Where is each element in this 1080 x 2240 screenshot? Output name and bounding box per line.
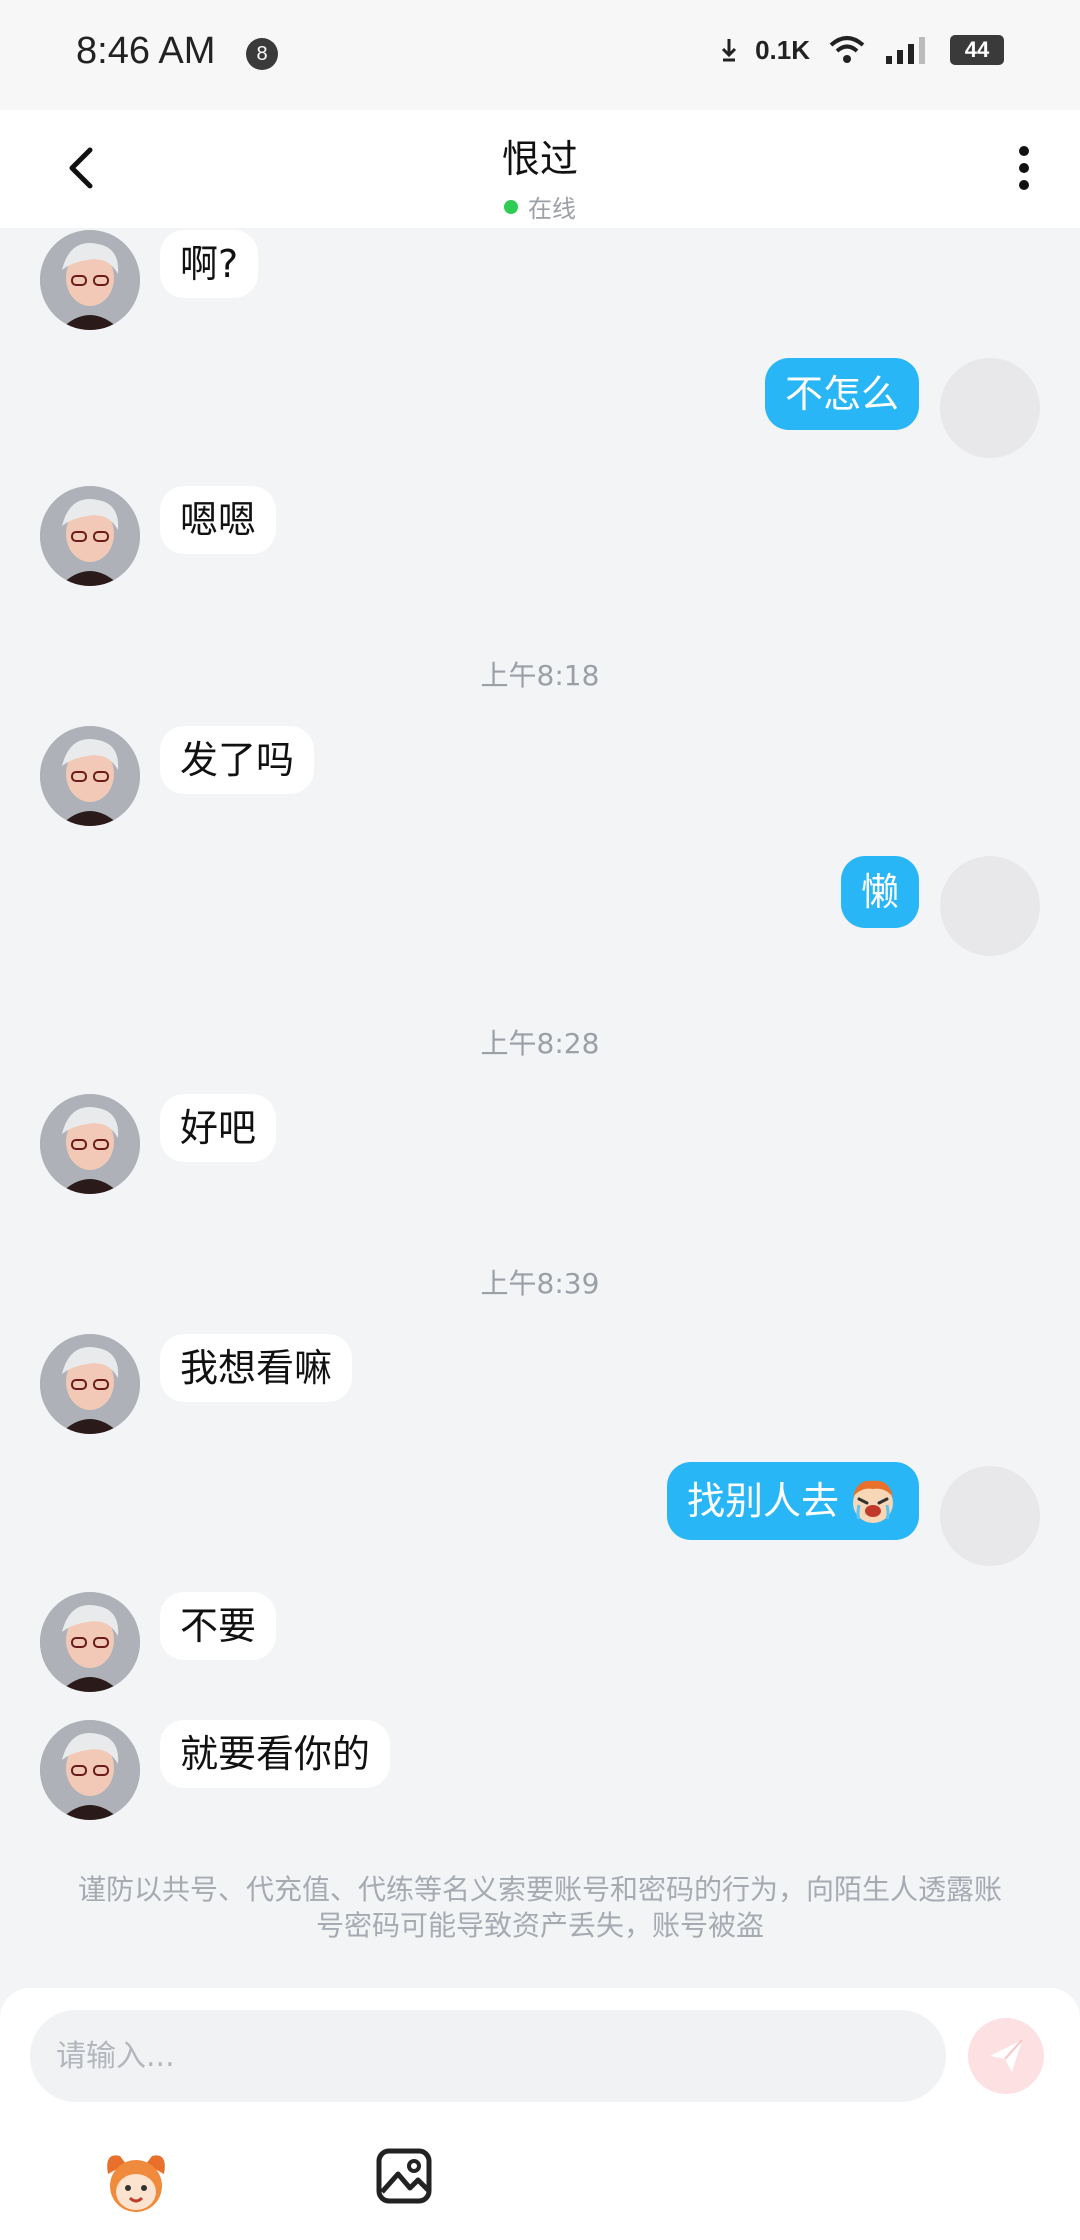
image-icon <box>376 2148 432 2204</box>
incoming-message-bubble[interactable]: 啊? <box>160 230 259 298</box>
send-button[interactable] <box>968 2018 1044 2094</box>
online-dot-icon <box>504 199 518 214</box>
avatar-image <box>40 486 140 586</box>
send-icon <box>990 2039 1023 2072</box>
avatar-image <box>40 1094 140 1194</box>
outgoing-message-bubble[interactable]: 找别人去 <box>666 1462 919 1540</box>
incoming-message-bubble[interactable]: 不要 <box>160 1592 277 1660</box>
contact-avatar[interactable] <box>40 486 140 586</box>
chat-title: 恨过 <box>501 137 578 181</box>
chat-header: 恨过 在线 <box>0 110 1080 228</box>
avatar-image <box>40 1720 140 1820</box>
outgoing-message-bubble[interactable]: 懒 <box>840 856 919 928</box>
outgoing-message-bubble[interactable]: 不怎么 <box>764 358 919 430</box>
avatar-image <box>40 230 140 330</box>
emoji-button[interactable] <box>100 2146 172 2218</box>
my-avatar[interactable] <box>940 358 1040 458</box>
title-area: 恨过 在线 <box>0 128 1080 224</box>
incoming-message-bubble[interactable]: 发了吗 <box>160 726 315 794</box>
my-avatar[interactable] <box>940 1466 1040 1566</box>
status-icons: 0.1K 44 <box>721 34 1004 66</box>
status-time: 8:46 AM <box>76 30 216 72</box>
download-arrow-icon <box>722 39 737 62</box>
contact-avatar[interactable] <box>40 1094 140 1194</box>
avatar-image <box>40 1334 140 1434</box>
more-options-button[interactable] <box>996 140 1052 196</box>
status-bar: 8:46 AM 8 0.1K 44 <box>0 0 1080 110</box>
message-timestamp: 上午8:39 <box>480 1267 600 1300</box>
notification-count-badge: 8 <box>246 38 278 70</box>
safety-notice: 谨防以共号、代充值、代练等名义索要账号和密码的行为，向陌生人透露账号密码可能导致… <box>77 1873 1002 1942</box>
net-speed: 0.1K <box>755 34 810 65</box>
incoming-message-bubble[interactable]: 好吧 <box>160 1094 277 1162</box>
signal-icon <box>886 37 925 64</box>
online-status: 在线 <box>0 189 1080 224</box>
online-status-label: 在线 <box>528 195 576 223</box>
message-list[interactable]: 啊? 不怎么 嗯嗯 上午8:18 发了吗 懒 上午8:28 好吧 上午8:39 <box>0 228 1080 1988</box>
image-picker-button[interactable] <box>374 2146 434 2206</box>
contact-avatar[interactable] <box>40 726 140 826</box>
message-input[interactable] <box>30 2010 946 2102</box>
wifi-icon <box>829 36 865 63</box>
battery-icon: 44 <box>950 35 1004 65</box>
contact-avatar[interactable] <box>40 1592 140 1692</box>
avatar-image <box>40 1592 140 1692</box>
incoming-message-bubble[interactable]: 我想看嘛 <box>160 1334 353 1402</box>
incoming-message-bubble[interactable]: 嗯嗯 <box>160 486 277 554</box>
contact-avatar[interactable] <box>40 1334 140 1434</box>
message-text: 找别人去 <box>686 1479 839 1523</box>
contact-avatar[interactable] <box>40 230 140 330</box>
crying-face-sticker-icon <box>853 1480 893 1523</box>
incoming-message-bubble[interactable]: 就要看你的 <box>160 1720 391 1788</box>
emoji-mascot-icon <box>107 2155 165 2212</box>
message-composer <box>0 1988 1080 2240</box>
message-timestamp: 上午8:18 <box>480 659 600 692</box>
message-timestamp: 上午8:28 <box>480 1027 600 1060</box>
more-vertical-icon <box>1019 146 1029 190</box>
avatar-image <box>40 726 140 826</box>
contact-avatar[interactable] <box>40 1720 140 1820</box>
my-avatar[interactable] <box>940 856 1040 956</box>
